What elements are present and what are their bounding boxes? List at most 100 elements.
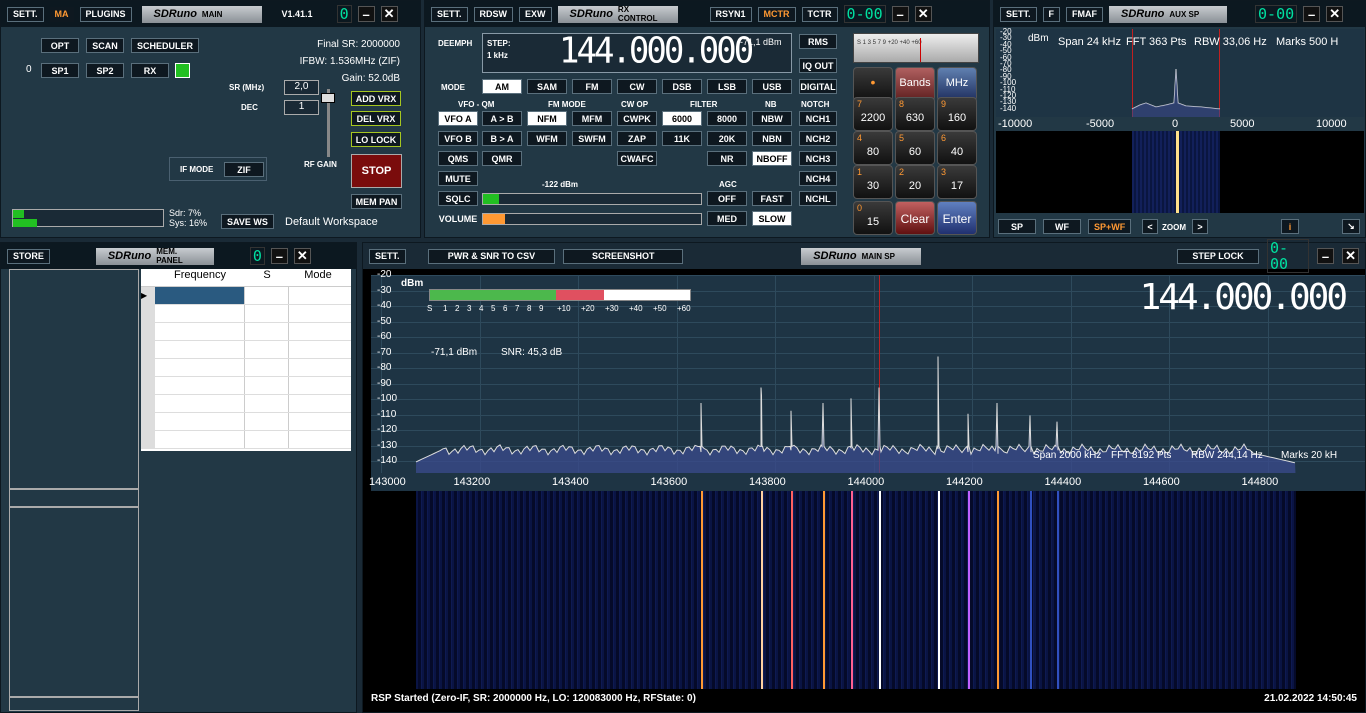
mem-left-list-foot[interactable] xyxy=(9,697,139,711)
main-title[interactable]: SDRuno MAIN xyxy=(141,5,262,23)
f6000-button[interactable]: 6000 xyxy=(662,111,702,126)
row-mode[interactable] xyxy=(289,395,347,412)
mem-left-list-top[interactable] xyxy=(9,269,139,489)
sp-wf-button[interactable]: SP+WF xyxy=(1088,219,1132,234)
col-s[interactable]: S xyxy=(245,269,289,286)
rf-gain-slider-icon[interactable] xyxy=(321,93,335,103)
nbw-button[interactable]: NBW xyxy=(752,111,792,126)
rdsw-button[interactable]: RDSW xyxy=(473,6,514,22)
scheduler-button[interactable]: SCHEDULER xyxy=(131,38,200,53)
row-mode[interactable] xyxy=(289,341,347,358)
rx-close-icon[interactable]: ✕ xyxy=(914,6,932,22)
row-mode[interactable] xyxy=(289,305,347,322)
screenshot-button[interactable]: SCREENSHOT xyxy=(563,248,684,264)
mainsp-close-icon[interactable]: ✕ xyxy=(1342,248,1360,264)
sr-input[interactable]: 2,0 xyxy=(284,80,319,95)
mem-pan-button[interactable]: MEM PAN xyxy=(351,194,402,209)
key-0[interactable]: 0 15 xyxy=(853,201,893,235)
sp2-button[interactable]: SP2 xyxy=(86,63,124,78)
close-icon[interactable]: ✕ xyxy=(380,6,398,22)
row-mode[interactable] xyxy=(289,431,347,448)
key-8[interactable]: 8 630 xyxy=(895,97,935,131)
stop-button[interactable]: STOP xyxy=(351,154,402,188)
mfm-button[interactable]: MFM xyxy=(572,111,612,126)
row-mode[interactable] xyxy=(289,377,347,394)
main-spectrum[interactable]: 144.000.000 dBm -71,1 dBm SNR: 45,3 dB S… xyxy=(371,275,1365,485)
row-s[interactable] xyxy=(245,287,289,304)
f20k-button[interactable]: 20K xyxy=(707,131,747,146)
zoom-right-icon[interactable]: > xyxy=(1192,219,1208,234)
swfm-button[interactable]: SWFM xyxy=(572,131,612,146)
key-9[interactable]: 9 160 xyxy=(937,97,977,131)
key-3[interactable]: 3 17 xyxy=(937,165,977,199)
main-waterfall[interactable] xyxy=(371,491,1365,689)
info-button[interactable]: i xyxy=(1281,219,1299,234)
nch2-button[interactable]: NCH2 xyxy=(799,131,837,146)
mem-left-list-mid[interactable] xyxy=(9,489,139,507)
row-selector[interactable]: ▶ xyxy=(141,287,155,304)
row-selector[interactable] xyxy=(141,359,155,376)
key-2[interactable]: 2 20 xyxy=(895,165,935,199)
mainsp-title[interactable]: SDRuno MAIN SP xyxy=(801,247,922,265)
mode-button-sam[interactable]: SAM xyxy=(527,79,567,94)
row-s[interactable] xyxy=(245,395,289,412)
row-s[interactable] xyxy=(245,377,289,394)
row-frequency[interactable] xyxy=(155,359,245,376)
nr-button[interactable]: NR xyxy=(707,151,747,166)
mem-close-icon[interactable]: ✕ xyxy=(293,248,311,264)
qms-button[interactable]: QMS xyxy=(438,151,478,166)
mctr-button[interactable]: MCTR xyxy=(757,6,796,22)
f-button[interactable]: F xyxy=(1042,6,1061,22)
mode-button-fm[interactable]: FM xyxy=(572,79,612,94)
row-selector[interactable] xyxy=(141,305,155,322)
table-row[interactable] xyxy=(141,341,351,359)
sp1-button[interactable]: SP1 xyxy=(41,63,79,78)
key-5[interactable]: 5 60 xyxy=(895,131,935,165)
tctr-button[interactable]: TCTR xyxy=(801,6,838,22)
main-sett-button[interactable]: SETT. xyxy=(7,6,44,22)
row-mode[interactable] xyxy=(289,413,347,430)
key-1[interactable]: 1 30 xyxy=(853,165,893,199)
aux-waterfall[interactable] xyxy=(996,131,1364,213)
bands-key[interactable]: Bands xyxy=(895,67,935,101)
rx-minimize-icon[interactable]: – xyxy=(891,6,909,22)
row-mode[interactable] xyxy=(289,287,347,304)
nboff-button[interactable]: NBOFF xyxy=(752,151,792,166)
col-mode[interactable]: Mode xyxy=(289,269,347,286)
table-row[interactable] xyxy=(141,431,351,449)
row-s[interactable] xyxy=(245,413,289,430)
nchl-button[interactable]: NCHL xyxy=(799,191,837,206)
rx-title[interactable]: SDRuno RX CONTROL xyxy=(557,5,678,23)
table-row[interactable] xyxy=(141,413,351,431)
rms-button[interactable]: RMS xyxy=(799,34,837,49)
qmr-button[interactable]: QMR xyxy=(482,151,522,166)
mute-button[interactable]: MUTE xyxy=(438,171,478,186)
row-selector[interactable] xyxy=(141,413,155,430)
b-a-button[interactable]: B > A xyxy=(482,131,522,146)
row-frequency[interactable] xyxy=(155,377,245,394)
table-row[interactable] xyxy=(141,359,351,377)
row-selector[interactable] xyxy=(141,323,155,340)
col-frequency[interactable]: Frequency xyxy=(155,269,245,286)
exw-button[interactable]: EXW xyxy=(519,6,552,22)
key-6[interactable]: 6 40 xyxy=(937,131,977,165)
enter-key[interactable]: Enter xyxy=(937,201,977,235)
pwr-snr-csv-button[interactable]: PWR & SNR TO CSV xyxy=(427,248,556,264)
wf-button[interactable]: WF xyxy=(1043,219,1081,234)
mode-button-lsb[interactable]: LSB xyxy=(707,79,747,94)
row-s[interactable] xyxy=(245,341,289,358)
dec-input[interactable]: 1 xyxy=(284,100,319,115)
table-row[interactable] xyxy=(141,305,351,323)
volume-button[interactable]: VOLUME xyxy=(438,211,478,226)
resize-icon[interactable]: ↘ xyxy=(1342,219,1360,234)
row-selector[interactable] xyxy=(141,395,155,412)
mem-title[interactable]: SDRuno MEM. PANEL xyxy=(95,247,214,265)
zap-button[interactable]: ZAP xyxy=(617,131,657,146)
rx-sett-button[interactable]: SETT. xyxy=(431,6,468,22)
fmaf-button[interactable]: FMAF xyxy=(1066,6,1104,22)
zif-button[interactable]: ZIF xyxy=(224,162,264,177)
a-b-button[interactable]: A > B xyxy=(482,111,522,126)
f11k-button[interactable]: 11K xyxy=(662,131,702,146)
row-frequency[interactable] xyxy=(155,395,245,412)
row-frequency[interactable] xyxy=(155,287,245,304)
